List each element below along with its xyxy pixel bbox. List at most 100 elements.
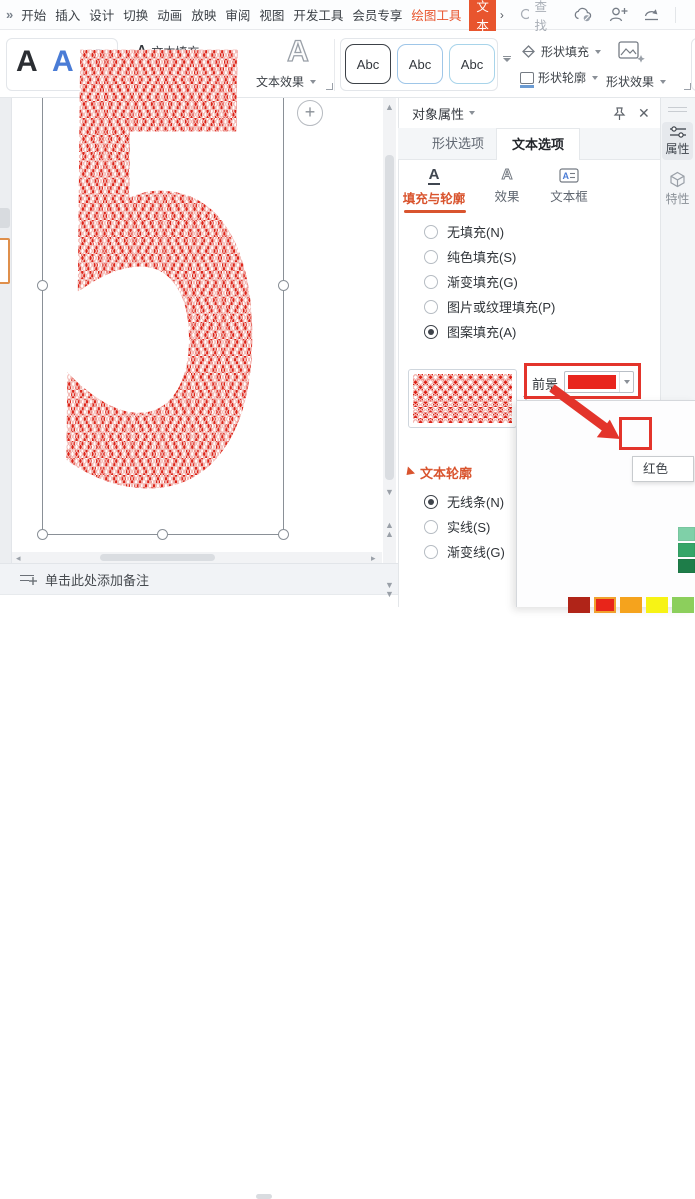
- shape-style-1[interactable]: Abc: [345, 44, 391, 84]
- collapse-ribbon-icon[interactable]: »: [6, 7, 13, 22]
- wordart-style-black[interactable]: A: [16, 47, 38, 77]
- selected-slide-thumbnail[interactable]: [0, 238, 10, 284]
- search-box[interactable]: 查找: [520, 0, 552, 34]
- radio-icon: [424, 495, 438, 509]
- chevron-down-icon: [595, 50, 601, 54]
- titlebar-divider: [675, 7, 676, 23]
- scroll-right-icon[interactable]: ▸: [371, 554, 376, 563]
- add-placeholder-button[interactable]: +: [297, 100, 323, 126]
- fill-option-radio[interactable]: 渐变填充(G): [424, 272, 518, 291]
- cloud-sync-icon[interactable]: [573, 6, 595, 23]
- previous-slide-icon[interactable]: ▲▲: [385, 521, 393, 539]
- dialog-launcher-icon[interactable]: [684, 83, 691, 90]
- outline-option-radio[interactable]: 无线条(N): [424, 492, 504, 511]
- menu-item[interactable]: 开始: [21, 5, 46, 24]
- resize-handle-bottom-left[interactable]: [37, 529, 48, 540]
- outline-option-radio[interactable]: 渐变线(G): [424, 542, 505, 561]
- pattern-preview-dropdown[interactable]: [408, 369, 517, 428]
- standard-color-swatch[interactable]: [646, 597, 668, 613]
- theme-tint-swatch[interactable]: [678, 543, 695, 557]
- slide-thumbnail[interactable]: [0, 208, 10, 228]
- scroll-down-icon[interactable]: ▼: [385, 488, 394, 497]
- share-icon[interactable]: [642, 6, 661, 23]
- shape-outline-icon: [520, 72, 534, 84]
- menu-item[interactable]: 绘图工具: [411, 5, 461, 24]
- chevron-down-icon: [592, 76, 598, 80]
- fill-option-radio[interactable]: 图案填充(A): [424, 322, 516, 341]
- close-panel-icon[interactable]: ✕: [638, 105, 650, 122]
- fill-option-radio[interactable]: 纯色填充(S): [424, 247, 516, 266]
- radio-icon: [424, 545, 438, 559]
- panel-drag-handle[interactable]: [668, 107, 687, 115]
- shape-effects-label-row[interactable]: 形状效果: [606, 73, 666, 90]
- selected-text-box[interactable]: 5: [42, 98, 283, 535]
- shape-fill-button[interactable]: 形状填充: [520, 43, 601, 60]
- pattern-preview-swatch: [413, 374, 512, 423]
- svg-text:A: A: [563, 171, 570, 181]
- standard-color-swatch[interactable]: [594, 597, 616, 613]
- radio-icon: [424, 325, 438, 339]
- add-notes-icon: [20, 573, 36, 585]
- shape-fill-icon: [520, 44, 537, 59]
- standard-color-swatch[interactable]: [568, 597, 590, 613]
- theme-tint-swatch[interactable]: [678, 559, 695, 573]
- theme-tint-swatch[interactable]: [678, 527, 695, 541]
- radio-icon: [424, 300, 438, 314]
- sliders-icon: [669, 126, 687, 138]
- menu-item[interactable]: 会员专享: [352, 5, 402, 24]
- chevron-down-icon: [310, 80, 316, 84]
- shape-effects-button[interactable]: [616, 39, 646, 65]
- vertical-scrollbar-thumb[interactable]: [385, 155, 394, 480]
- pattern-filled-digit[interactable]: 5: [40, 0, 280, 535]
- subtab-active-underline: [404, 210, 466, 213]
- radio-icon: [424, 225, 438, 239]
- subtab-text-box[interactable]: A 文本框: [536, 166, 602, 205]
- selection-border-left[interactable]: [42, 98, 43, 535]
- add-user-icon[interactable]: [609, 6, 628, 23]
- resize-handle-left[interactable]: [37, 280, 48, 291]
- side-tab-features[interactable]: 特性: [662, 170, 693, 208]
- chevron-down-icon: [660, 80, 666, 84]
- next-slide-icon[interactable]: ▼▼: [385, 581, 393, 599]
- panel-title[interactable]: 对象属性: [412, 104, 464, 123]
- group-divider: [334, 39, 335, 91]
- menu-overflow-icon[interactable]: ›: [500, 8, 504, 22]
- shape-style-2[interactable]: Abc: [397, 44, 443, 84]
- fill-option-radio[interactable]: 无填充(N): [424, 222, 504, 241]
- shape-style-3[interactable]: Abc: [449, 44, 495, 84]
- status-indicator: [256, 1194, 272, 1199]
- resize-handle-bottom-right[interactable]: [278, 529, 289, 540]
- shape-outline-label: 形状轮廓: [538, 69, 586, 86]
- scroll-left-icon[interactable]: ◂: [16, 554, 21, 563]
- fill-option-radio[interactable]: 图片或纹理填充(P): [424, 297, 555, 316]
- shape-more-styles-icon[interactable]: [502, 56, 511, 62]
- pin-panel-icon[interactable]: [612, 106, 627, 121]
- annotation-arrow: [512, 362, 691, 482]
- selection-border-right[interactable]: [283, 98, 284, 535]
- outline-option-radio[interactable]: 实线(S): [424, 517, 490, 536]
- standard-color-swatch[interactable]: [672, 597, 694, 613]
- subtab-effects[interactable]: A 效果: [478, 166, 536, 205]
- radio-icon: [424, 520, 438, 534]
- standard-color-swatch[interactable]: [620, 597, 642, 613]
- notes-bar[interactable]: 单击此处添加备注: [0, 563, 398, 594]
- effects-icon: A: [502, 166, 513, 183]
- more-options-icon[interactable]: ⋮: [690, 7, 695, 23]
- horizontal-scrollbar-thumb[interactable]: [100, 554, 215, 561]
- resize-handle-right[interactable]: [278, 280, 289, 291]
- standard-colors-row: [568, 597, 695, 613]
- subtab-fill-outline[interactable]: A 填充与轮廓: [401, 166, 467, 207]
- slide-thumbnail-panel-edge[interactable]: [0, 98, 12, 563]
- menu-item[interactable]: 开发工具: [293, 5, 343, 24]
- shape-outline-button[interactable]: 形状轮廓: [520, 69, 598, 86]
- resize-handle-bottom-center[interactable]: [157, 529, 168, 540]
- radio-icon: [424, 275, 438, 289]
- tab-shape-options[interactable]: 形状选项: [420, 128, 496, 160]
- side-tab-properties[interactable]: 属性: [662, 122, 693, 160]
- dialog-launcher-icon[interactable]: [326, 83, 333, 90]
- tab-text-options[interactable]: 文本选项: [496, 128, 580, 160]
- text-outline-section-header[interactable]: 文本轮廓: [404, 463, 472, 482]
- scroll-up-icon[interactable]: ▲: [385, 103, 394, 112]
- collapse-triangle-icon: [403, 466, 415, 478]
- search-placeholder: 查找: [534, 0, 551, 34]
